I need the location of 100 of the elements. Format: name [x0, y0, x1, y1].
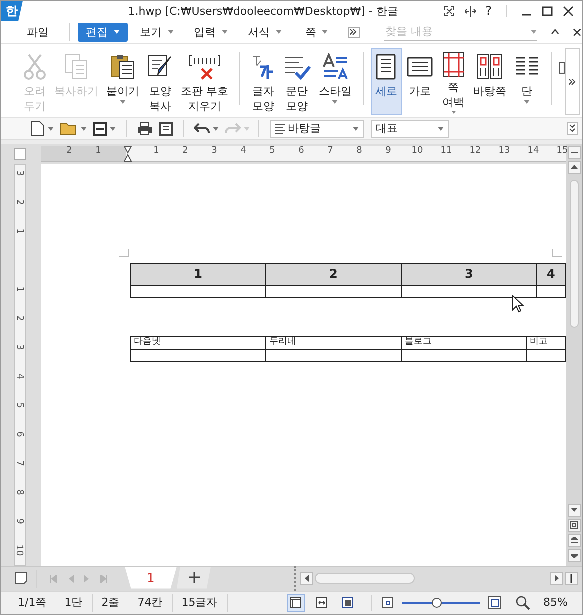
page-corner-mark — [119, 248, 129, 257]
page-margin-icon — [442, 51, 466, 80]
left-arrow-icon — [304, 575, 308, 582]
zoom-slider-thumb[interactable] — [432, 598, 442, 608]
scroll-thumb[interactable] — [570, 180, 578, 328]
dash-icon — [570, 150, 578, 154]
ribbon-button[interactable]: 세로 — [370, 48, 402, 116]
bar-icon — [570, 574, 573, 584]
previous-page-icon — [68, 574, 74, 583]
status-text: 74칸 — [136, 595, 164, 610]
page-corner-mark — [552, 248, 562, 257]
horizontal-ruler: 2 1 1 2 3 4 5 6 7 8 9 10 11 12 13 14 15 — [41, 146, 566, 162]
up-arrow-icon — [570, 165, 578, 170]
style-icon — [321, 53, 350, 82]
zoom-reading: 85% — [542, 596, 569, 610]
add-tab-button[interactable] — [177, 566, 211, 589]
ribbon-button[interactable]: 글자 모양 — [247, 48, 280, 116]
search-field[interactable]: 찾을 내용 — [384, 24, 531, 40]
portrait-page-icon — [375, 53, 398, 82]
close-icon[interactable] — [563, 6, 574, 16]
table-cell: 4 — [536, 263, 566, 286]
menu-item[interactable]: 서식 — [240, 22, 290, 42]
scroll-thumb[interactable] — [315, 573, 415, 584]
table-cell: 블로그 — [401, 336, 526, 350]
close-icon[interactable] — [573, 28, 582, 37]
caret-icon — [353, 126, 359, 130]
right-arrow-icon — [554, 575, 558, 582]
ribbon-button[interactable]: 쪽 여백 — [438, 48, 470, 116]
toolbar-button[interactable] — [29, 120, 56, 138]
table-cell: 3 — [401, 263, 537, 286]
more-menus-button[interactable] — [348, 26, 360, 38]
ribbon-button[interactable]: 가로 — [402, 48, 438, 116]
scissors-icon — [22, 53, 47, 82]
style-select[interactable]: 바탕글 — [270, 120, 364, 138]
last-page-icon — [100, 574, 108, 583]
master-page-icon — [476, 53, 504, 82]
ribbon-button[interactable]: 바탕쪽 — [470, 48, 510, 116]
preview-icon — [159, 122, 173, 136]
expand-icon[interactable] — [567, 122, 578, 135]
up-arrow-icon — [570, 537, 578, 544]
scroll-right-button[interactable] — [550, 572, 563, 586]
menu-item[interactable]: 파일 — [15, 22, 61, 42]
ribbon-button-icon[interactable] — [559, 62, 566, 74]
printer-icon — [137, 122, 153, 136]
clear-marks-icon — [188, 53, 221, 82]
table-cell: 비고 — [526, 336, 566, 350]
next-page-icon — [84, 574, 90, 583]
menu-item[interactable]: 입력 — [186, 22, 236, 42]
caret-icon — [530, 30, 537, 34]
scroll-left-button[interactable] — [300, 572, 313, 586]
scroll-down-button[interactable] — [568, 504, 580, 517]
menu-item[interactable]: 쪽 — [294, 22, 340, 42]
square-icon — [570, 521, 578, 530]
app-logo: 한 — [1, 1, 23, 21]
scroll-up-button[interactable] — [568, 160, 580, 174]
split-button[interactable] — [565, 572, 578, 586]
page-view-icon — [290, 596, 302, 609]
font-select[interactable]: 대표 — [371, 120, 449, 138]
view-button[interactable] — [286, 594, 305, 612]
ribbon-button[interactable]: 문단 모양 — [279, 48, 316, 116]
memo-icon[interactable] — [15, 572, 28, 586]
fit-width-icon — [316, 596, 328, 609]
ribbon-button[interactable]: 단 — [510, 48, 544, 116]
zoom-in-icon[interactable] — [488, 596, 502, 610]
toolbar-button[interactable] — [91, 120, 118, 138]
toolbar-button[interactable] — [157, 120, 175, 138]
previous-page-button[interactable] — [568, 534, 580, 547]
zoom-out-icon[interactable] — [382, 596, 394, 609]
ribbon-button[interactable]: 붙이기 — [102, 48, 144, 116]
menu-item[interactable]: 편집 — [78, 22, 128, 42]
caret-icon — [438, 126, 444, 130]
fullscreen-icon[interactable] — [444, 6, 455, 16]
table-cell: 1 — [130, 263, 266, 286]
mouse-pointer-icon — [512, 294, 524, 313]
split-button[interactable] — [568, 146, 580, 159]
ribbon-button[interactable]: 모양 복사 — [143, 48, 178, 116]
next-page-button[interactable] — [568, 548, 580, 562]
table-cell: 두리네 — [266, 336, 402, 350]
page-tab[interactable]: 1 — [125, 566, 177, 589]
undo-icon — [194, 122, 210, 134]
table-cell: 다음넷 — [130, 336, 266, 350]
status-text: 15글자 — [180, 595, 219, 610]
page-select-button[interactable] — [568, 518, 580, 532]
menu-item[interactable]: 보기 — [132, 22, 182, 42]
window-title: 1.hwp [C:₩Users₩dooleecom₩Desktop₩] - 한글 — [127, 4, 400, 18]
status-text: 1/1쪽 — [17, 595, 48, 610]
double-chevron-icon — [569, 78, 576, 85]
ribbon-button[interactable]: 조판 부호 지우기 — [177, 48, 232, 116]
maximize-icon[interactable] — [542, 6, 553, 16]
clipboard-icon — [110, 53, 136, 82]
status-text: 2줄 — [100, 595, 121, 610]
previous-result-icon[interactable] — [550, 29, 560, 36]
indent-marker-icon[interactable] — [124, 146, 132, 162]
full-page-icon — [342, 596, 354, 609]
split-view-icon[interactable] — [464, 6, 476, 16]
search-icon[interactable] — [516, 596, 530, 610]
double-chevron-icon — [350, 29, 358, 36]
toolbar-button[interactable] — [135, 120, 155, 138]
ribbon-button[interactable]: 스타일 — [315, 48, 356, 116]
help-button[interactable]: ? — [486, 5, 492, 17]
